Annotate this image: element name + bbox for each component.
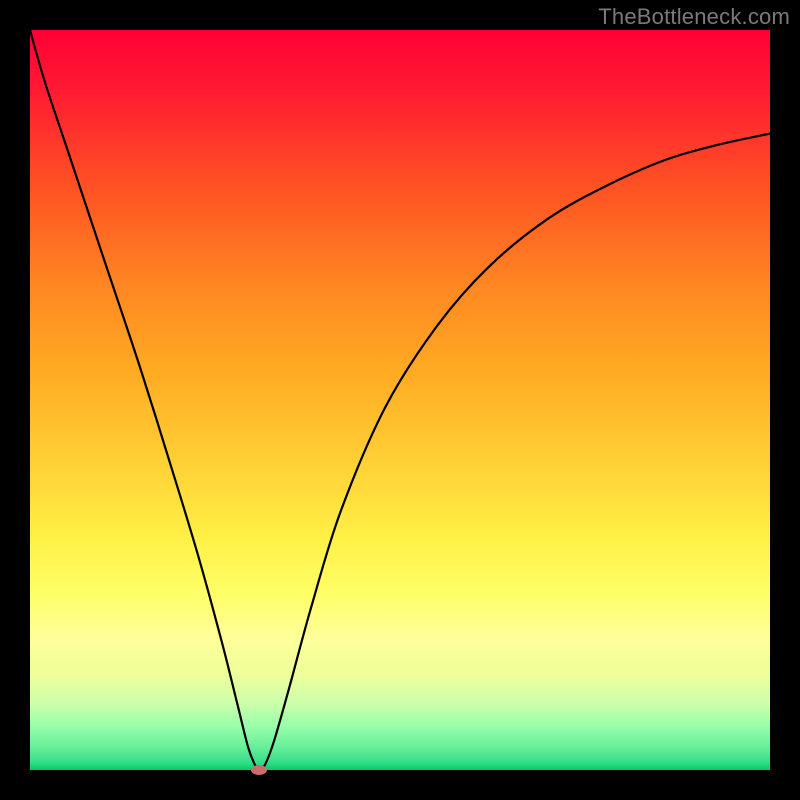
- chart-frame: TheBottleneck.com: [0, 0, 800, 800]
- bottleneck-curve: [30, 30, 770, 770]
- watermark-text: TheBottleneck.com: [598, 4, 790, 30]
- plot-area: [30, 30, 770, 770]
- optimal-marker: [251, 765, 267, 775]
